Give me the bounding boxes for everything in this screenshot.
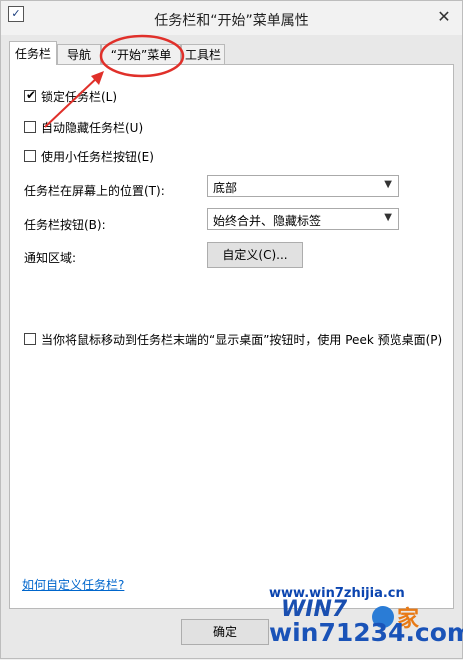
properties-dialog: ✓ 任务栏和“开始”菜单属性 ✕ 任务栏 导航 “开始”菜单 工具栏 ✔ 锁定任… [0, 0, 463, 659]
annotation-overlay [44, 34, 185, 128]
annotation-arrow [44, 74, 101, 128]
tab-taskbar[interactable]: 任务栏 [9, 41, 57, 65]
highlight-circle [99, 34, 185, 78]
